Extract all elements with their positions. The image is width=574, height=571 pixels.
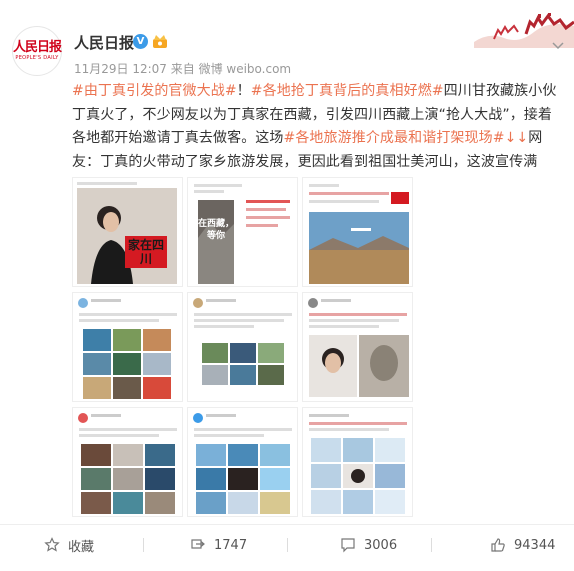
divider xyxy=(143,538,144,552)
verified-icon: V xyxy=(133,34,148,49)
post-image-6[interactable] xyxy=(302,292,413,402)
star-icon xyxy=(44,537,60,552)
image-grid: 家在四川 在西藏，等你 xyxy=(72,177,414,517)
comment-button[interactable]: 3006 xyxy=(340,525,397,565)
post-image-1[interactable]: 家在四川 xyxy=(72,177,183,287)
repost-icon xyxy=(191,539,205,549)
repost-button[interactable]: 1747 xyxy=(190,525,247,565)
favorite-button[interactable]: 收藏 xyxy=(44,525,94,565)
thumbs-up-icon xyxy=(491,538,505,552)
account-name[interactable]: 人民日报 xyxy=(74,32,134,53)
post-image-4[interactable] xyxy=(72,292,183,402)
post-image-3[interactable] xyxy=(302,177,413,287)
weibo-post-card: 人民日报 PEOPLE'S DAILY 人民日报 V 11月29日 12:07 … xyxy=(0,0,574,571)
chevron-down-icon[interactable] xyxy=(552,42,564,50)
like-button[interactable]: 94344 xyxy=(490,525,555,565)
comment-icon xyxy=(341,538,355,553)
post-image-7[interactable] xyxy=(72,407,183,517)
action-bar: 收藏 1747 3006 94344 xyxy=(0,524,574,565)
post-image-5[interactable] xyxy=(187,292,298,402)
text-segment: ！ xyxy=(236,83,251,99)
avatar[interactable]: 人民日报 PEOPLE'S DAILY xyxy=(12,26,62,76)
divider xyxy=(431,538,432,552)
divider xyxy=(287,538,288,552)
avatar-logo-subtext: PEOPLE'S DAILY xyxy=(15,54,59,61)
hashtag-link[interactable]: #由丁真引发的官微大战# xyxy=(72,83,237,99)
post-meta[interactable]: 11月29日 12:07 来自 微博 weibo.com xyxy=(74,60,291,77)
favorite-label: 收藏 xyxy=(68,539,95,555)
post-image-2[interactable]: 在西藏，等你 xyxy=(187,177,298,287)
post-image-9[interactable] xyxy=(302,407,413,517)
poster-title: 在西藏，等你 xyxy=(198,219,235,241)
repost-count: 1747 xyxy=(214,537,248,553)
arrows-link[interactable]: ↓↓ xyxy=(505,130,529,146)
vip-crown-icon xyxy=(153,35,167,48)
comment-count: 3006 xyxy=(364,537,398,553)
post-image-8[interactable] xyxy=(187,407,298,517)
hashtag-link[interactable]: #各地抢丁真背后的真相好燃# xyxy=(251,83,444,99)
like-count: 94344 xyxy=(514,537,556,553)
avatar-logo-text: 人民日报 xyxy=(13,39,62,55)
hashtag-link[interactable]: #各地旅游推介成最和谐打架现场# xyxy=(284,130,505,146)
sign-text: 家在四川 xyxy=(127,238,164,266)
